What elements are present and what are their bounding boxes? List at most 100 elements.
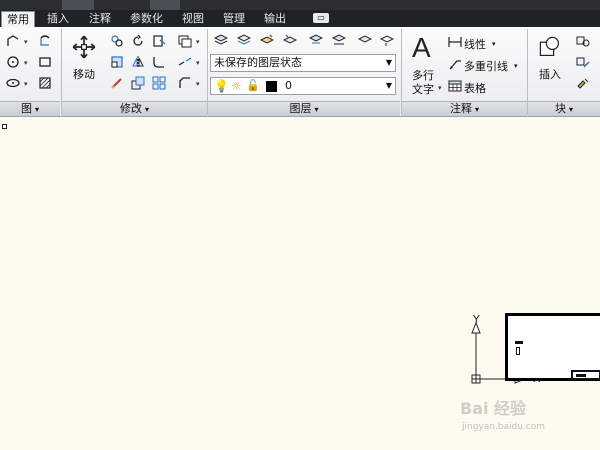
table-label: 表格: [464, 81, 486, 95]
block-panel-title: 块: [554, 102, 566, 115]
create-block-icon[interactable]: [574, 32, 592, 50]
chevron-down-icon[interactable]: ▾: [24, 80, 28, 88]
mtext-icon[interactable]: A: [412, 32, 431, 64]
move-icon[interactable]: [70, 33, 98, 61]
annotation-panel-title: 注释: [449, 102, 472, 115]
modify-panel-title: 修改: [119, 102, 142, 115]
scale-icon[interactable]: [129, 74, 147, 92]
viewport-corner-marker: [2, 124, 7, 129]
layer-match-icon[interactable]: [235, 31, 253, 49]
stretch-icon[interactable]: [108, 53, 126, 71]
rectangle-icon[interactable]: [36, 53, 54, 71]
title-bar: [0, 0, 600, 10]
arc-icon[interactable]: [36, 32, 54, 50]
linear-dimension-label: 线性: [464, 37, 486, 51]
linear-dimension-button[interactable]: 线性 ▾: [448, 35, 496, 52]
layer-color-swatch: [266, 81, 277, 92]
erase-icon[interactable]: [108, 74, 126, 92]
watermark-url: jingyan.baidu.com: [462, 422, 546, 432]
modify-panel-footer[interactable]: 修改 ▾: [62, 101, 207, 116]
layer-freeze-icon[interactable]: [307, 31, 325, 49]
annotation-panel-footer[interactable]: 注释 ▾: [402, 101, 527, 116]
layer-state-dropdown[interactable]: 未保存的图层状态 ▼: [210, 54, 396, 72]
circle-icon[interactable]: [4, 53, 22, 71]
break-icon[interactable]: [176, 53, 194, 71]
frame-mark: [516, 347, 520, 355]
chevron-down-icon: ▾: [492, 39, 496, 48]
copy-icon[interactable]: [108, 32, 126, 50]
chevron-down-icon: ▾: [314, 105, 319, 114]
tab-annotate[interactable]: 注释: [84, 11, 116, 27]
drawing-canvas[interactable]: Y X Bai 经验 jingyan.baidu.com: [0, 117, 600, 450]
lightbulb-icon[interactable]: 💡: [214, 78, 229, 94]
move-label: 移动: [73, 68, 95, 81]
layer-walk-icon[interactable]: [378, 31, 396, 49]
ribbon: ▾ ▾ ▾ 图 ▾ 移动 ▾ ▾ ▾ 修改 ▾ 未保存的图层状态 ▼ 💡 ☼ 🔓…: [0, 27, 600, 117]
mtext-label-line2: 文字: [412, 83, 434, 96]
linear-dimension-icon: [448, 35, 462, 52]
chevron-down-icon: ▼: [385, 58, 392, 67]
layer-dropdown[interactable]: 💡 ☼ 🔓 0 ▼: [210, 77, 396, 95]
tab-insert[interactable]: 插入: [42, 11, 74, 27]
tab-view[interactable]: 视图: [177, 11, 209, 27]
title-block: [62, 0, 94, 10]
multileader-label: 多重引线: [464, 59, 508, 73]
hatch-icon[interactable]: [36, 74, 54, 92]
layer-off-icon[interactable]: [330, 31, 348, 49]
array-icon[interactable]: [150, 74, 168, 92]
layer-isolate-icon[interactable]: [258, 31, 276, 49]
layers-panel-title: 图层: [289, 102, 312, 115]
chevron-down-icon[interactable]: ▾: [24, 59, 28, 67]
tab-manage[interactable]: 管理: [218, 11, 250, 27]
table-button[interactable]: 表格: [448, 79, 486, 96]
multileader-icon: [448, 57, 462, 74]
explode-icon[interactable]: [176, 32, 194, 50]
watermark-logo: Bai 经验: [460, 399, 527, 418]
edit-attributes-icon[interactable]: [574, 74, 592, 92]
title-block: [150, 0, 180, 10]
tab-output[interactable]: 输出: [259, 11, 291, 27]
ellipse-icon[interactable]: [4, 74, 22, 92]
draw-panel-title: 图: [20, 102, 32, 115]
chevron-down-icon: ▾: [144, 105, 149, 114]
layer-properties-icon[interactable]: [212, 31, 230, 49]
current-layer-name: 0: [285, 79, 292, 92]
layers-panel-footer[interactable]: 图层 ▾: [208, 101, 400, 116]
draw-panel-footer[interactable]: 图 ▾: [0, 101, 60, 116]
chevron-down-icon[interactable]: ▾: [24, 38, 28, 46]
frame-mark: [515, 341, 523, 344]
layer-state-value: 未保存的图层状态: [214, 56, 302, 69]
fillet-icon[interactable]: [150, 53, 168, 71]
layer-unisolate-icon[interactable]: [281, 31, 299, 49]
mirror-icon[interactable]: [129, 53, 147, 71]
block-panel-footer[interactable]: 块 ▾: [528, 101, 600, 116]
unlock-icon[interactable]: 🔓: [246, 78, 260, 94]
insert-block-icon[interactable]: [536, 33, 564, 61]
chevron-down-icon[interactable]: ▾: [196, 59, 200, 67]
ribbon-minimize-button[interactable]: ▭: [313, 13, 329, 23]
title-block: [571, 370, 600, 380]
ribbon-tab-bar: 常用 插入 注释 参数化 视图 管理 输出 ▭: [0, 10, 600, 27]
drawing-frame[interactable]: [505, 313, 600, 381]
multileader-button[interactable]: 多重引线 ▾: [448, 57, 518, 74]
trim-icon[interactable]: [150, 32, 168, 50]
chevron-down-icon: ▾: [474, 105, 479, 114]
chevron-down-icon: ▾: [514, 61, 518, 70]
polyline-icon[interactable]: [4, 32, 22, 50]
chamfer-icon[interactable]: [176, 74, 194, 92]
ucs-y-label: Y: [473, 313, 480, 326]
sun-icon[interactable]: ☼: [231, 78, 242, 94]
rotate-icon[interactable]: [129, 32, 147, 50]
chevron-down-icon: ▼: [385, 81, 392, 90]
chevron-down-icon[interactable]: ▾: [196, 38, 200, 46]
tab-home[interactable]: 常用: [1, 11, 35, 27]
insert-block-label: 插入: [539, 68, 561, 81]
edit-block-icon[interactable]: [574, 53, 592, 71]
table-icon: [448, 79, 462, 96]
chevron-down-icon: ▾: [34, 105, 39, 114]
chevron-down-icon[interactable]: ▾: [196, 80, 200, 88]
layer-lock-icon[interactable]: [356, 31, 374, 49]
tab-parametric[interactable]: 参数化: [125, 11, 168, 27]
chevron-down-icon[interactable]: ▾: [438, 84, 442, 92]
chevron-down-icon: ▾: [568, 105, 573, 114]
